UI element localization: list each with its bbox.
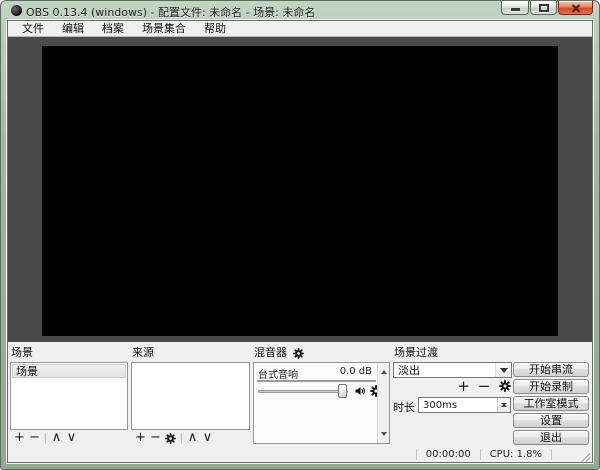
move-scene-up-button[interactable]: ∧ xyxy=(49,431,64,444)
duration-label: 时长 xyxy=(393,401,415,414)
obs-logo-icon xyxy=(11,5,22,16)
menu-item-file[interactable]: 文件 xyxy=(13,21,53,36)
duration-value: 300ms xyxy=(423,400,458,411)
duration-input[interactable]: 300ms xyxy=(418,397,511,413)
toolbar-separator xyxy=(45,432,46,444)
start-streaming-button[interactable]: 开始串流 xyxy=(513,362,589,377)
window-controls xyxy=(500,1,593,15)
status-cpu: CPU: 1.8% xyxy=(479,449,551,460)
studio-mode-button[interactable]: 工作室模式 xyxy=(513,396,589,411)
volume-meter xyxy=(257,380,376,382)
transition-properties-gear-icon[interactable] xyxy=(497,379,512,392)
menu-item-scene-collection[interactable]: 场景集合 xyxy=(133,21,195,36)
settings-button[interactable]: 设置 xyxy=(513,413,589,428)
transition-selected-value: 淡出 xyxy=(398,364,420,377)
sources-toolbar: + − ∧ ∨ xyxy=(133,431,249,445)
transitions-toolbar: + − xyxy=(456,378,512,393)
menu-item-help[interactable]: 帮助 xyxy=(195,21,235,36)
sources-list[interactable] xyxy=(131,362,250,430)
maximize-button[interactable] xyxy=(530,1,557,15)
volume-db-value: 0.0 dB xyxy=(339,366,372,377)
transition-select[interactable]: 淡出 xyxy=(393,362,512,378)
window-title: OBS 0.13.4 (windows) - 配置文件: 未命名 - 场景: 未… xyxy=(26,6,316,19)
preview-canvas xyxy=(42,46,558,336)
scenes-list[interactable]: 场景 xyxy=(10,362,128,430)
exit-button[interactable]: 退出 xyxy=(513,430,589,445)
menu-item-edit[interactable]: 编辑 xyxy=(53,21,93,36)
scroll-down-icon[interactable] xyxy=(381,432,387,439)
volume-slider[interactable] xyxy=(258,390,348,393)
scenes-toolbar: + − ∧ ∨ xyxy=(12,431,126,445)
scenes-panel-label: 场景 xyxy=(11,346,33,359)
source-properties-gear-icon[interactable] xyxy=(163,432,178,444)
resize-grip[interactable] xyxy=(579,450,590,462)
transitions-panel-label: 场景过渡 xyxy=(394,346,438,359)
transition-select-arrow[interactable] xyxy=(495,363,511,377)
chevron-down-icon xyxy=(500,368,508,377)
spinner-down-icon[interactable] xyxy=(501,403,507,409)
remove-transition-button[interactable]: − xyxy=(477,378,492,393)
volume-slider-handle[interactable] xyxy=(338,384,347,398)
sources-panel-label: 来源 xyxy=(132,346,154,359)
audio-source-name: 台式音响 xyxy=(258,370,298,381)
start-recording-button[interactable]: 开始录制 xyxy=(513,379,589,394)
menu-item-profile[interactable]: 档案 xyxy=(93,21,133,36)
toolbar-separator xyxy=(181,432,182,444)
duration-spinner[interactable] xyxy=(497,398,510,412)
move-source-down-button[interactable]: ∨ xyxy=(200,431,215,444)
menubar: 文件 编辑 档案 场景集合 帮助 xyxy=(8,21,592,36)
minimize-icon xyxy=(511,8,520,11)
status-empty-cell xyxy=(551,449,577,460)
maximize-icon xyxy=(538,4,549,12)
remove-source-button[interactable]: − xyxy=(148,431,163,444)
mixer-settings-gear-icon[interactable] xyxy=(291,347,306,359)
add-transition-button[interactable]: + xyxy=(456,378,471,393)
mixer-panel-label: 混音器 xyxy=(254,347,306,359)
status-time: 00:00:00 xyxy=(415,449,480,460)
move-source-up-button[interactable]: ∧ xyxy=(185,431,200,444)
remove-scene-button[interactable]: − xyxy=(27,431,42,444)
scene-list-item[interactable]: 场景 xyxy=(12,364,126,378)
close-icon xyxy=(571,4,581,13)
status-bar: 00:00:00 CPU: 1.8% xyxy=(8,447,592,462)
add-source-button[interactable]: + xyxy=(133,431,148,444)
close-button[interactable] xyxy=(558,1,593,15)
move-scene-down-button[interactable]: ∨ xyxy=(64,431,79,444)
scroll-up-icon[interactable] xyxy=(381,367,387,374)
mute-speaker-icon[interactable] xyxy=(354,385,366,397)
mixer-scrollbar[interactable] xyxy=(377,363,389,443)
add-scene-button[interactable]: + xyxy=(12,431,27,444)
mixer-panel: 台式音响 0.0 dB xyxy=(253,362,390,444)
minimize-button[interactable] xyxy=(501,1,529,15)
